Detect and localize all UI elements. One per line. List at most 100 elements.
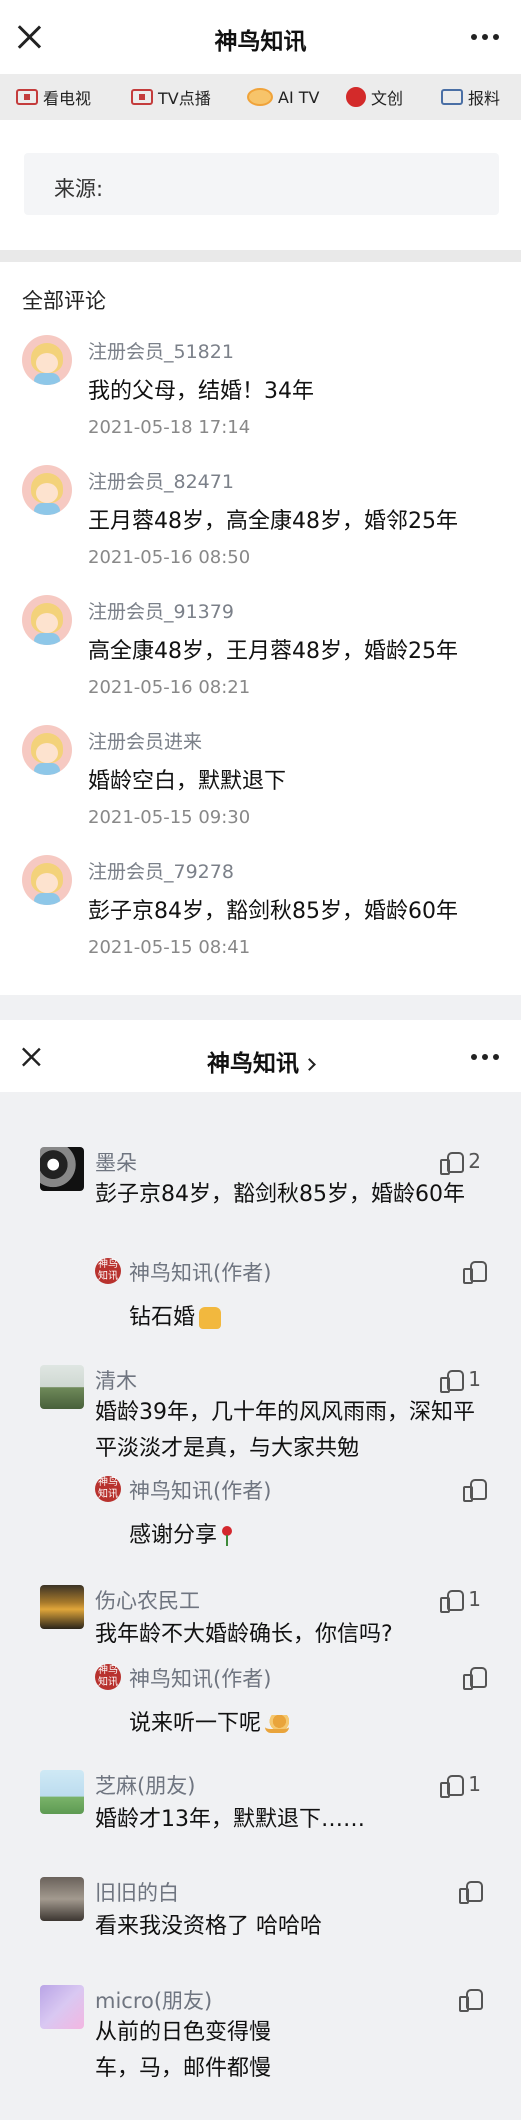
comment-username[interactable]: 伤心农民工 xyxy=(95,1585,200,1615)
wenchuang-icon xyxy=(346,87,366,107)
thumbs-up-icon xyxy=(440,1588,465,1613)
thumbs-up-icon xyxy=(459,1879,483,1904)
like-count: 2 xyxy=(468,1149,481,1173)
reply-text-row: 说来听一下呢 xyxy=(129,1705,290,1737)
source-box: 来源: xyxy=(24,153,499,215)
page-title: 神鸟知讯 xyxy=(214,29,307,55)
rose-emoji-icon xyxy=(221,1526,233,1546)
top-bar: 神鸟知讯 xyxy=(0,0,521,74)
comment-time: 2021-05-18 17:14 xyxy=(88,417,251,438)
tab-report[interactable]: 报料 xyxy=(441,85,500,109)
thumbs-up-icon xyxy=(440,1150,465,1175)
reply-author[interactable]: 神鸟知讯(作者) xyxy=(129,1475,271,1505)
page-title[interactable]: 神鸟知讯 xyxy=(0,1044,521,1078)
reply-like-button[interactable] xyxy=(463,1477,487,1503)
comment-text: 从前的日色变得慢 车，马，邮件都慢 xyxy=(95,2020,272,2081)
comment-username[interactable]: 旧旧的白 xyxy=(95,1877,179,1907)
comment-text: 王月蓉48岁，高全康48岁，婚邻25年 xyxy=(88,509,458,534)
tab-label: AI TV xyxy=(278,87,320,107)
comment-username[interactable]: 注册会员进来 xyxy=(88,727,202,754)
comment-item: 注册会员_51821 我的父母，结婚！34年 2021-05-18 17:14 xyxy=(0,335,521,465)
source-label: 来源: xyxy=(54,177,104,201)
comment-username[interactable]: micro(朋友) xyxy=(95,1985,212,2015)
reply-text-row: 钻石婚 xyxy=(129,1299,222,1331)
reply-author[interactable]: 神鸟知讯(作者) xyxy=(129,1663,271,1693)
reply-text-row: 感谢分享 xyxy=(129,1517,233,1549)
tab-label: 报料 xyxy=(468,89,501,108)
comment-text: 婚龄才13年，默默退下…… xyxy=(95,1807,365,1832)
channel-tab-strip: 看电视 TV点播 AI TV 文创 报料 xyxy=(0,74,521,120)
section-divider xyxy=(0,250,521,262)
comment-text: 看来我没资格了 哈哈哈 xyxy=(95,1914,322,1939)
page-title-text: 神鸟知讯 xyxy=(207,1051,299,1077)
tab-ai-tv[interactable]: AI TV xyxy=(247,88,319,107)
report-icon xyxy=(441,89,463,105)
top-bar: 神鸟知讯 xyxy=(0,1020,521,1092)
tab-label: 文创 xyxy=(371,89,404,108)
comment-username[interactable]: 清木 xyxy=(95,1365,137,1395)
all-comments-heading: 全部评论 xyxy=(22,289,106,313)
thumbs-up-icon xyxy=(459,1987,483,2012)
comment-username[interactable]: 注册会员_79278 xyxy=(88,857,234,884)
comment-text: 彭子京84岁，豁剑秋85岁，婚龄60年 xyxy=(88,899,458,924)
reply-like-button[interactable] xyxy=(463,1665,487,1691)
avatar[interactable] xyxy=(40,1365,84,1409)
comment-text: 婚龄39年，几十年的风风雨雨，深知平平淡淡才是真，与大家共勉 xyxy=(95,1400,475,1461)
comment-text: 我的父母，结婚！34年 xyxy=(88,379,314,404)
comment-time: 2021-05-15 09:30 xyxy=(88,807,251,828)
comment-text: 婚龄空白，默默退下 xyxy=(88,769,287,794)
like-button[interactable]: 1 xyxy=(440,1367,481,1393)
like-button[interactable]: 2 xyxy=(440,1149,481,1175)
avatar[interactable] xyxy=(22,595,72,645)
avatar[interactable] xyxy=(22,855,72,905)
thumbs-up-emoji-icon xyxy=(199,1307,222,1329)
comment-item: 注册会员进来 婚龄空白，默默退下 2021-05-15 09:30 xyxy=(0,725,521,855)
ai-tv-icon xyxy=(247,88,273,106)
reply-text: 说来听一下呢 xyxy=(129,1711,262,1736)
comment-item: 注册会员_79278 彭子京84岁，豁剑秋85岁，婚龄60年 2021-05-1… xyxy=(0,855,521,985)
avatar[interactable] xyxy=(40,1985,84,2029)
tab-wenchuang[interactable]: 文创 xyxy=(346,85,403,109)
thumbs-up-icon xyxy=(463,1665,487,1690)
comment-item: 注册会员_91379 高全康48岁，王月蓉48岁，婚龄25年 2021-05-1… xyxy=(0,595,521,725)
comment-time: 2021-05-16 08:50 xyxy=(88,547,251,568)
more-options-icon[interactable] xyxy=(471,34,499,40)
tab-tv-vod[interactable]: TV点播 xyxy=(131,85,211,109)
author-avatar: 神鸟知讯 xyxy=(95,1664,121,1690)
comment-username[interactable]: 芝麻(朋友) xyxy=(95,1770,195,1800)
chevron-right-icon xyxy=(303,1058,316,1071)
reply-like-button[interactable] xyxy=(463,1259,487,1285)
comment-username[interactable]: 注册会员_51821 xyxy=(88,337,234,364)
comment-text: 高全康48岁，王月蓉48岁，婚龄25年 xyxy=(88,639,458,664)
tab-label: TV点播 xyxy=(158,89,211,108)
author-avatar: 神鸟知讯 xyxy=(95,1476,121,1502)
more-options-icon[interactable] xyxy=(471,1054,499,1060)
like-button[interactable]: 1 xyxy=(440,1772,481,1798)
avatar[interactable] xyxy=(22,335,72,385)
tab-watch-tv[interactable]: 看电视 xyxy=(16,85,91,109)
like-button[interactable] xyxy=(459,1987,483,2012)
avatar[interactable] xyxy=(40,1770,84,1814)
tv-icon xyxy=(16,89,38,105)
like-button[interactable]: 1 xyxy=(440,1587,481,1613)
tv-vod-icon xyxy=(131,89,153,105)
comment-username[interactable]: 注册会员_91379 xyxy=(88,597,234,624)
reply-author[interactable]: 神鸟知讯(作者) xyxy=(129,1257,271,1287)
avatar[interactable] xyxy=(22,465,72,515)
like-count: 1 xyxy=(468,1772,481,1796)
comment-text: 我年龄不大婚龄确长，你信吗? xyxy=(95,1622,393,1647)
comment-username[interactable]: 注册会员_82471 xyxy=(88,467,234,494)
avatar[interactable] xyxy=(40,1147,84,1191)
avatar[interactable] xyxy=(22,725,72,775)
avatar[interactable] xyxy=(40,1877,84,1921)
author-avatar: 神鸟知讯 xyxy=(95,1258,121,1284)
avatar[interactable] xyxy=(40,1585,84,1629)
like-count: 1 xyxy=(468,1367,481,1391)
comment-username[interactable]: 墨朵 xyxy=(95,1147,137,1177)
thumbs-up-icon xyxy=(463,1259,487,1284)
comment-text: 彭子京84岁，豁剑秋85岁，婚龄60年 xyxy=(95,1182,465,1207)
like-button[interactable] xyxy=(459,1879,483,1904)
snail-emoji-icon xyxy=(265,1715,290,1733)
reply-text: 感谢分享 xyxy=(129,1523,218,1548)
comment-time: 2021-05-15 08:41 xyxy=(88,937,251,958)
